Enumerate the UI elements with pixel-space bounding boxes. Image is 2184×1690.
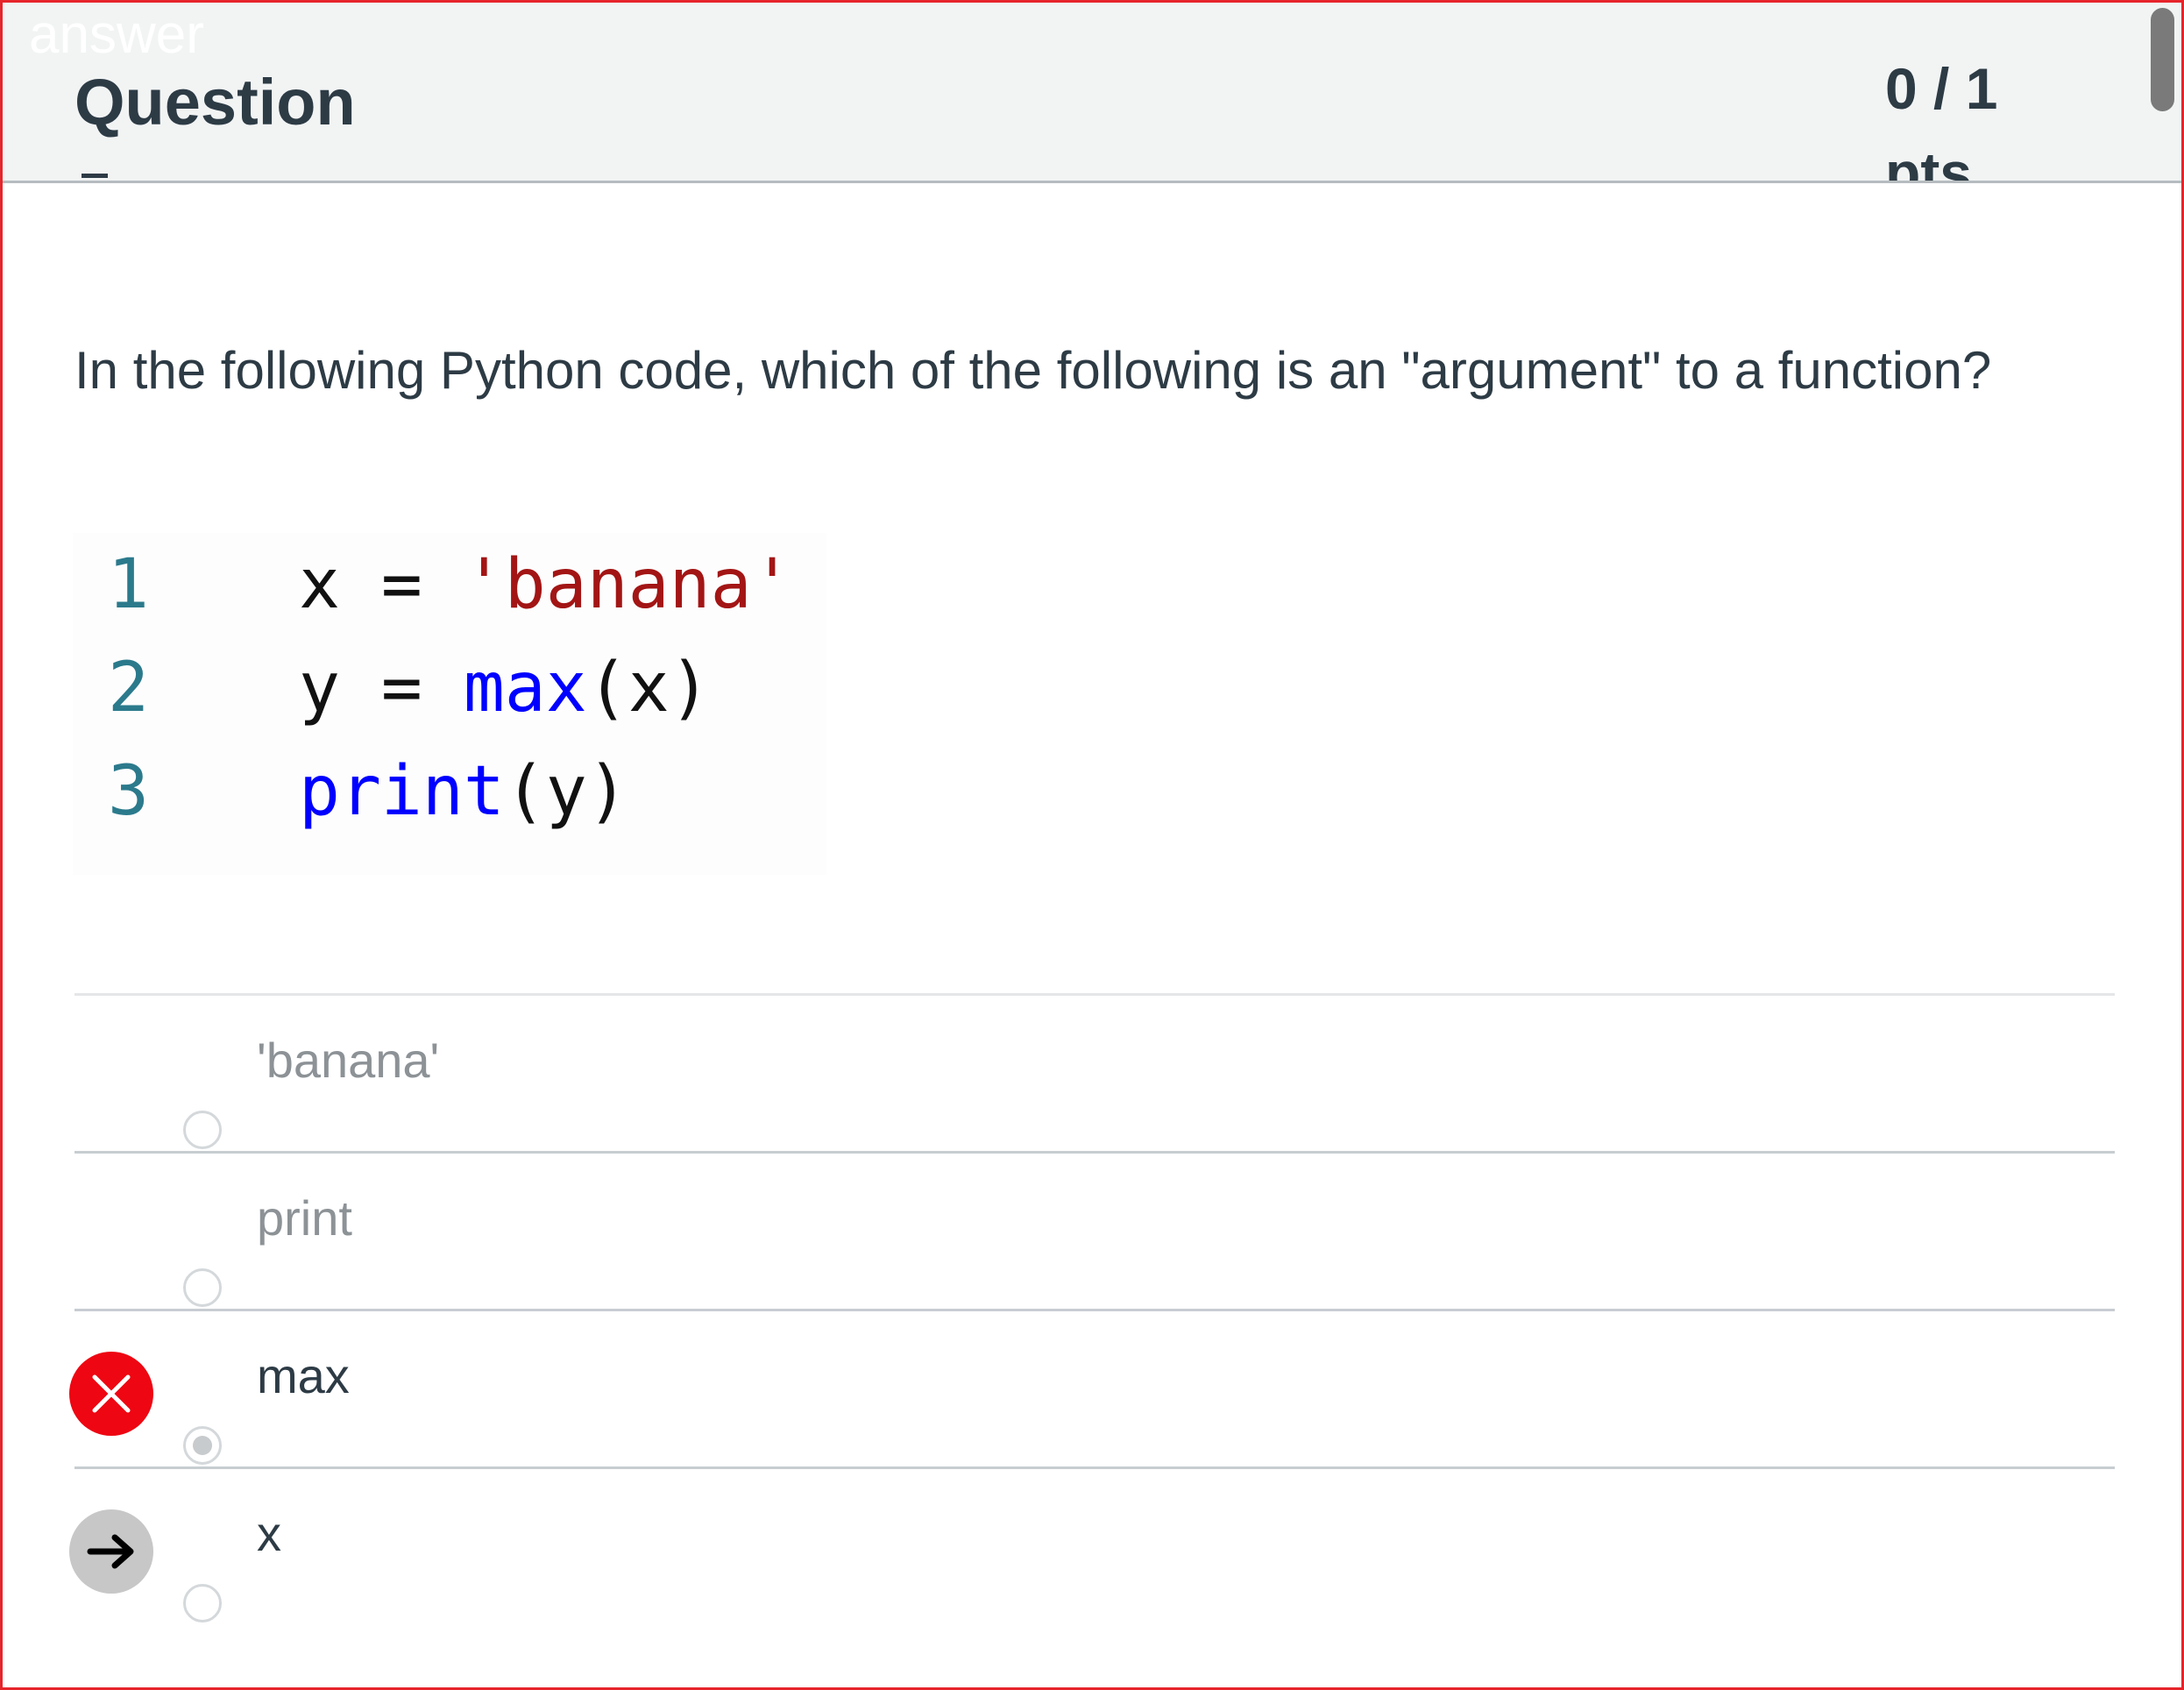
question-title: Question [74, 66, 356, 138]
line-number: 1 [108, 545, 149, 624]
code-text: print(y) [299, 740, 628, 843]
answer-option[interactable]: print [74, 1151, 2115, 1309]
answer-radio[interactable] [183, 1268, 222, 1307]
answer-radio[interactable] [183, 1426, 222, 1465]
code-token: x = [299, 545, 464, 624]
answer-label: print [257, 1190, 352, 1246]
code-token-function: print [299, 752, 505, 831]
answer-option[interactable]: 'banana' [74, 993, 2115, 1151]
code-line: 2 y = max(x) [73, 636, 826, 740]
line-number: 2 [108, 649, 149, 728]
answer-option-selected-wrong[interactable]: max [69, 1309, 2115, 1466]
question-points: 0 / 1 pts [1885, 56, 1998, 183]
title-overflow-mark [82, 174, 108, 178]
quiz-question-card: answer Question 0 / 1 pts In the followi… [0, 0, 2184, 1690]
answer-label: max [257, 1348, 350, 1403]
code-token: (x) [586, 649, 711, 728]
line-number: 3 [108, 752, 149, 831]
answer-list: 'banana' print max x [69, 993, 2115, 1624]
code-line: 1 x = 'banana' [73, 533, 826, 636]
code-text: x = 'banana' [299, 533, 793, 636]
question-prompt: In the following Python code, which of t… [74, 341, 1992, 400]
code-snippet: 1 x = 'banana' 2 y = max(x) 3 print(y) [73, 533, 826, 875]
code-token: y = [299, 649, 464, 728]
scrollbar-thumb[interactable] [2151, 8, 2174, 111]
answer-label: 'banana' [257, 1033, 440, 1088]
code-token-function: max [463, 649, 587, 728]
incorrect-icon [69, 1352, 153, 1436]
question-header: answer Question 0 / 1 pts [3, 3, 2181, 183]
header-ghost-label: answer [29, 4, 204, 65]
code-text: y = max(x) [299, 636, 711, 740]
answer-radio[interactable] [183, 1111, 222, 1149]
answer-radio[interactable] [183, 1584, 222, 1623]
code-token: (y) [504, 752, 628, 831]
answer-option-correct[interactable]: x [69, 1466, 2115, 1624]
code-token-string: 'banana' [463, 545, 793, 624]
answer-label: x [257, 1506, 281, 1561]
arrow-right-icon [69, 1509, 153, 1594]
code-line: 3 print(y) [73, 740, 826, 843]
